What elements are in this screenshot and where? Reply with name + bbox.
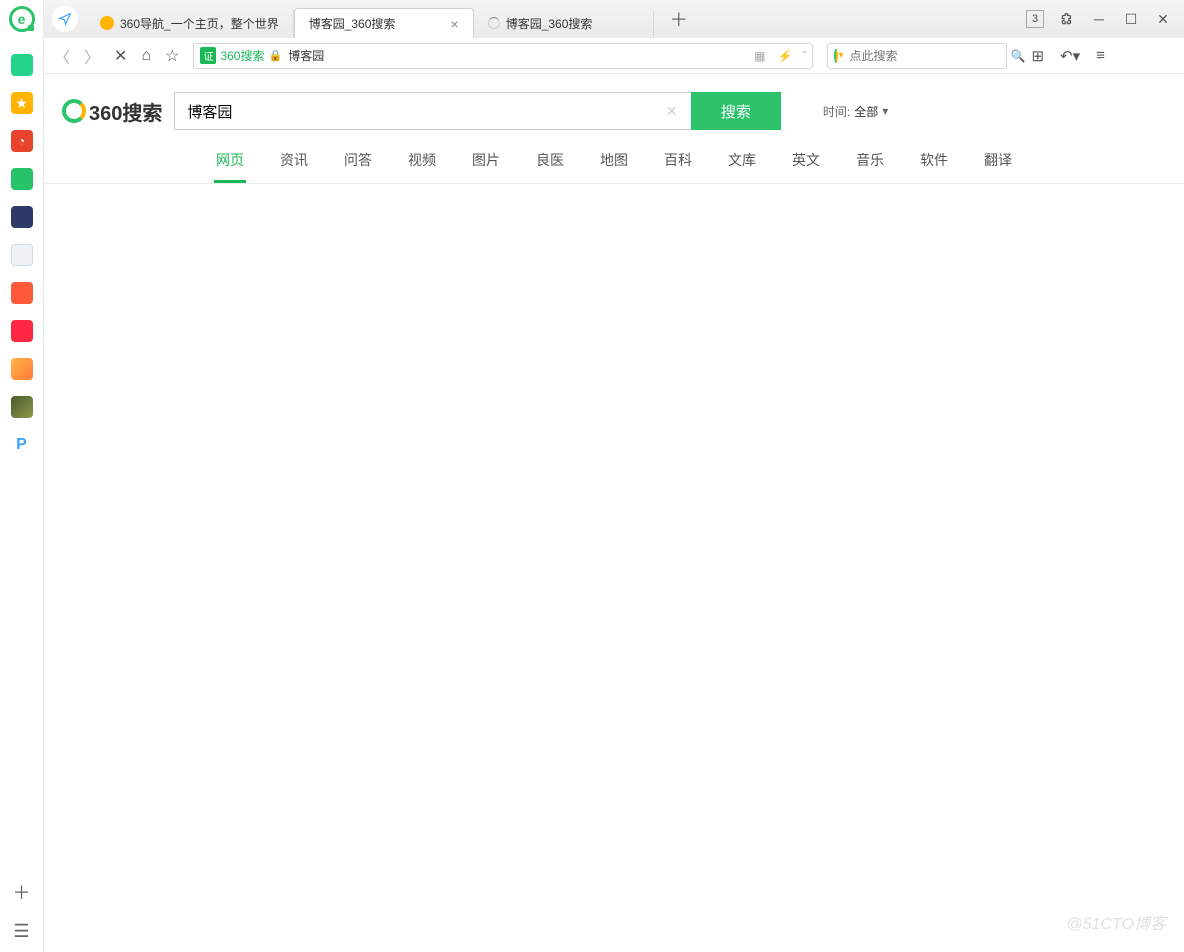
logo-ring-icon <box>62 99 86 123</box>
app-icon-11[interactable]: P <box>11 434 33 456</box>
forward-button[interactable]: 〉 <box>84 44 100 68</box>
apps-icon[interactable]: ⊞ <box>1031 47 1044 65</box>
site-logo[interactable]: 360搜索 <box>62 97 162 126</box>
clear-input-icon[interactable]: × <box>666 101 677 122</box>
category-tab-music[interactable]: 音乐 <box>854 150 886 183</box>
app-icon-3[interactable]: ◔ <box>11 130 33 152</box>
category-tab-qa[interactable]: 问答 <box>342 150 374 183</box>
logo-text: 360搜索 <box>89 97 162 126</box>
undo-icon[interactable]: ↶▾ <box>1060 47 1080 65</box>
list-icon[interactable]: ☰ <box>13 921 29 942</box>
search-header: 360搜索 × 搜索 时间: 全部 ▾ <box>44 74 1184 130</box>
category-tab-translate[interactable]: 翻译 <box>982 150 1014 183</box>
tab-0[interactable]: 360导航_一个主页，整个世界 <box>86 8 294 38</box>
app-icon-2[interactable]: ★ <box>11 92 33 114</box>
category-tab-medical[interactable]: 良医 <box>534 150 566 183</box>
minimize-button[interactable]: ─ <box>1090 10 1108 28</box>
tab-title: 博客园_360搜索 <box>506 15 593 32</box>
cert-text: 360搜索 <box>220 47 264 64</box>
toolbar-search[interactable]: ▾ 🔍 <box>827 43 1007 69</box>
home-button[interactable]: ⌂ <box>141 47 151 65</box>
category-tab-software[interactable]: 软件 <box>918 150 950 183</box>
favicon-icon <box>100 16 114 30</box>
stop-button[interactable]: ✕ <box>114 46 127 66</box>
speed-icon[interactable]: ⚡ <box>778 49 793 63</box>
app-icon-8[interactable] <box>11 320 33 342</box>
category-tab-baike[interactable]: 百科 <box>662 150 694 183</box>
search-button[interactable]: 搜索 <box>691 92 781 130</box>
time-filter[interactable]: 时间: 全部 ▾ <box>823 103 888 120</box>
loading-icon <box>488 17 500 29</box>
url-dropdown-icon[interactable]: ˇ <box>802 49 806 63</box>
search-input[interactable] <box>174 92 694 130</box>
search-icon[interactable]: 🔍 <box>1010 49 1025 63</box>
menu-icon[interactable]: ≡ <box>1096 47 1105 64</box>
window-controls: 3 ─ ☐ ✕ <box>1026 10 1184 28</box>
chevron-down-icon: ▾ <box>882 104 888 118</box>
category-tab-news[interactable]: 资讯 <box>278 150 310 183</box>
watermark: @51CTO博客 <box>1066 910 1166 934</box>
toolbar-search-input[interactable] <box>849 49 1004 63</box>
add-app-icon[interactable]: ＋ <box>13 879 31 905</box>
category-tab-image[interactable]: 图片 <box>470 150 502 183</box>
category-tab-web[interactable]: 网页 <box>214 150 246 183</box>
back-button[interactable]: 〈 <box>54 44 70 68</box>
time-label: 时间: <box>823 103 850 120</box>
lock-icon: 🔒 <box>268 49 282 62</box>
tab-1[interactable]: 博客园_360搜索 × <box>294 8 474 38</box>
category-tab-video[interactable]: 视频 <box>406 150 438 183</box>
page-content: 360搜索 × 搜索 时间: 全部 ▾ 网页 资讯 问答 视频 图片 良医 地图… <box>44 74 1184 952</box>
app-icon-1[interactable] <box>11 54 33 76</box>
extensions-icon[interactable] <box>1058 10 1076 28</box>
close-button[interactable]: ✕ <box>1154 10 1172 28</box>
toolbar: 〈 〉 ✕ ⌂ ☆ 证 360搜索 🔒 博客园 ▦ ⚡ ˇ ▾ 🔍 ⊞ ↶▾ ≡ <box>44 38 1184 74</box>
category-tab-english[interactable]: 英文 <box>790 150 822 183</box>
download-badge[interactable]: 3 <box>1026 10 1044 28</box>
app-icon-10[interactable] <box>11 396 33 418</box>
maximize-button[interactable]: ☐ <box>1122 10 1140 28</box>
cursor-icon[interactable] <box>52 6 78 32</box>
app-icon-4[interactable] <box>11 168 33 190</box>
category-tab-wenku[interactable]: 文库 <box>726 150 758 183</box>
tab-title: 360导航_一个主页，整个世界 <box>120 15 279 32</box>
close-tab-icon[interactable]: × <box>451 16 459 32</box>
browser-logo-icon[interactable]: e <box>9 6 35 32</box>
cert-badge: 证 <box>200 47 216 64</box>
tab-2[interactable]: 博客园_360搜索 <box>474 8 654 38</box>
favorite-button[interactable]: ☆ <box>165 46 179 66</box>
app-icon-5[interactable] <box>11 206 33 228</box>
category-tabs: 网页 资讯 问答 视频 图片 良医 地图 百科 文库 英文 音乐 软件 翻译 <box>44 150 1184 184</box>
url-bar[interactable]: 证 360搜索 🔒 博客园 ▦ ⚡ ˇ <box>193 43 813 69</box>
app-icon-7[interactable] <box>11 282 33 304</box>
new-tab-button[interactable]: ＋ <box>664 5 694 33</box>
category-tab-map[interactable]: 地图 <box>598 150 630 183</box>
app-icon-6[interactable] <box>11 244 33 266</box>
app-icon-9[interactable] <box>11 358 33 380</box>
title-bar: 360导航_一个主页，整个世界 博客园_360搜索 × 博客园_360搜索 ＋ … <box>44 0 1184 38</box>
toolbar-right: ⊞ ↶▾ ≡ <box>1031 47 1104 65</box>
qr-icon[interactable]: ▦ <box>754 49 765 63</box>
browser-tabs: 360导航_一个主页，整个世界 博客园_360搜索 × 博客园_360搜索 <box>86 0 654 38</box>
app-sidebar: e ★ ◔ P ＋ ☰ <box>0 0 44 952</box>
search-box: × 搜索 <box>174 92 781 130</box>
url-text: 博客园 <box>288 47 324 64</box>
tab-title: 博客园_360搜索 <box>309 15 396 32</box>
time-value: 全部 <box>854 103 878 120</box>
